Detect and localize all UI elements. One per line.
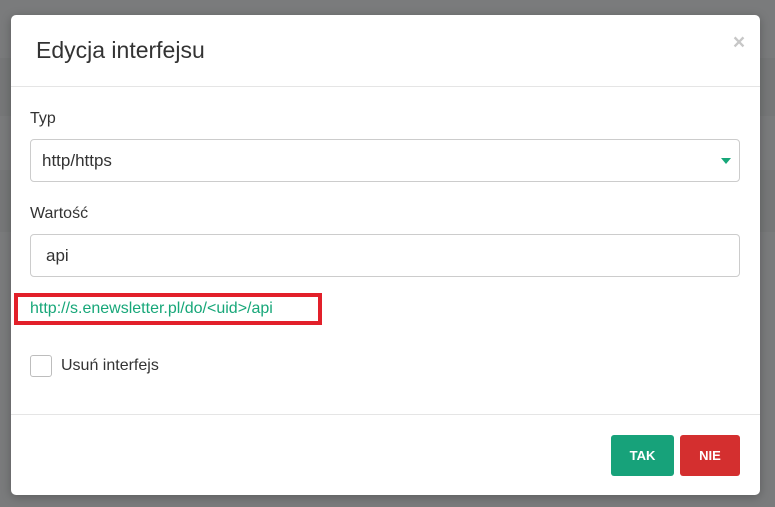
close-icon[interactable]: × <box>727 29 751 57</box>
value-label: Wartość <box>30 205 89 222</box>
type-select-value: http/https <box>42 151 112 170</box>
dialog-title: Edycja interfejsu <box>36 37 205 63</box>
no-button[interactable]: NIE <box>680 435 740 476</box>
delete-interface-checkbox[interactable] <box>30 355 52 377</box>
delete-interface-label: Usuń interfejs <box>61 357 159 374</box>
type-label: Typ <box>30 110 56 127</box>
type-select[interactable]: http/https <box>30 139 740 182</box>
interface-url-link[interactable]: http://s.enewsletter.pl/do/<uid>/api <box>30 299 273 319</box>
value-input[interactable] <box>30 234 740 277</box>
edit-interface-dialog: Edycja interfejsu × Typ http/https Warto… <box>11 15 760 495</box>
chevron-down-icon <box>721 158 731 164</box>
footer-divider <box>11 414 760 415</box>
dialog-header: Edycja interfejsu × <box>11 15 760 87</box>
yes-button[interactable]: TAK <box>611 435 674 476</box>
